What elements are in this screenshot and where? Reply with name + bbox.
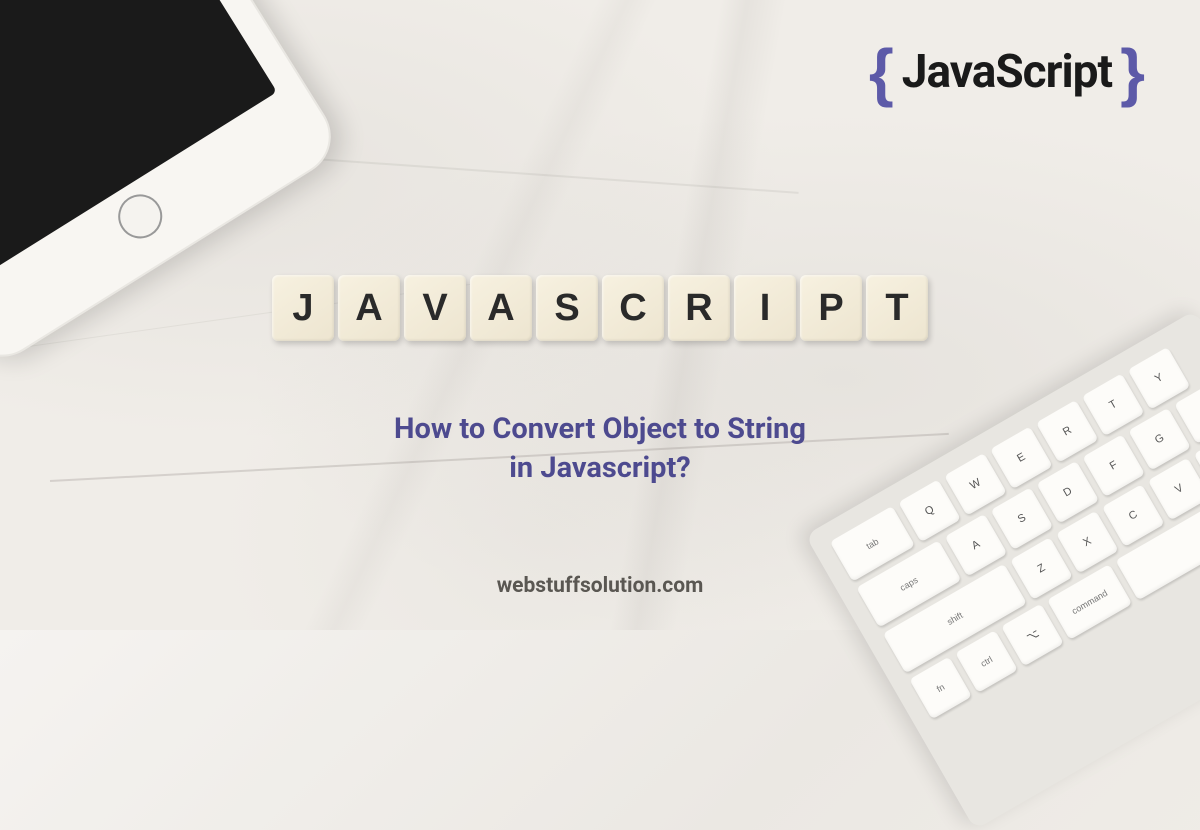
article-title: How to Convert Object to String in Javas… [250,410,950,488]
tile-letter: I [734,275,796,341]
tile-letter: A [338,275,400,341]
javascript-logo: { JavaScript } [869,40,1145,104]
ipad-home-button-icon [110,186,171,247]
tile-letter: R [668,275,730,341]
tile-letter: J [272,275,334,341]
javascript-logo-text: JavaScript [902,45,1112,99]
website-domain: webstuffsolution.com [497,574,704,598]
tile-letter: P [800,275,862,341]
tile-letter: A [470,275,532,341]
right-brace-icon: } [1120,40,1145,104]
tile-letter: S [536,275,598,341]
tile-letter: T [866,275,928,341]
scrabble-tiles: J A V A S C R I P T [272,275,928,341]
left-brace-icon: { [869,40,894,104]
tile-letter: C [602,275,664,341]
tile-letter: V [404,275,466,341]
title-line-1: How to Convert Object to String [250,410,950,449]
title-line-2: in Javascript? [250,449,950,488]
